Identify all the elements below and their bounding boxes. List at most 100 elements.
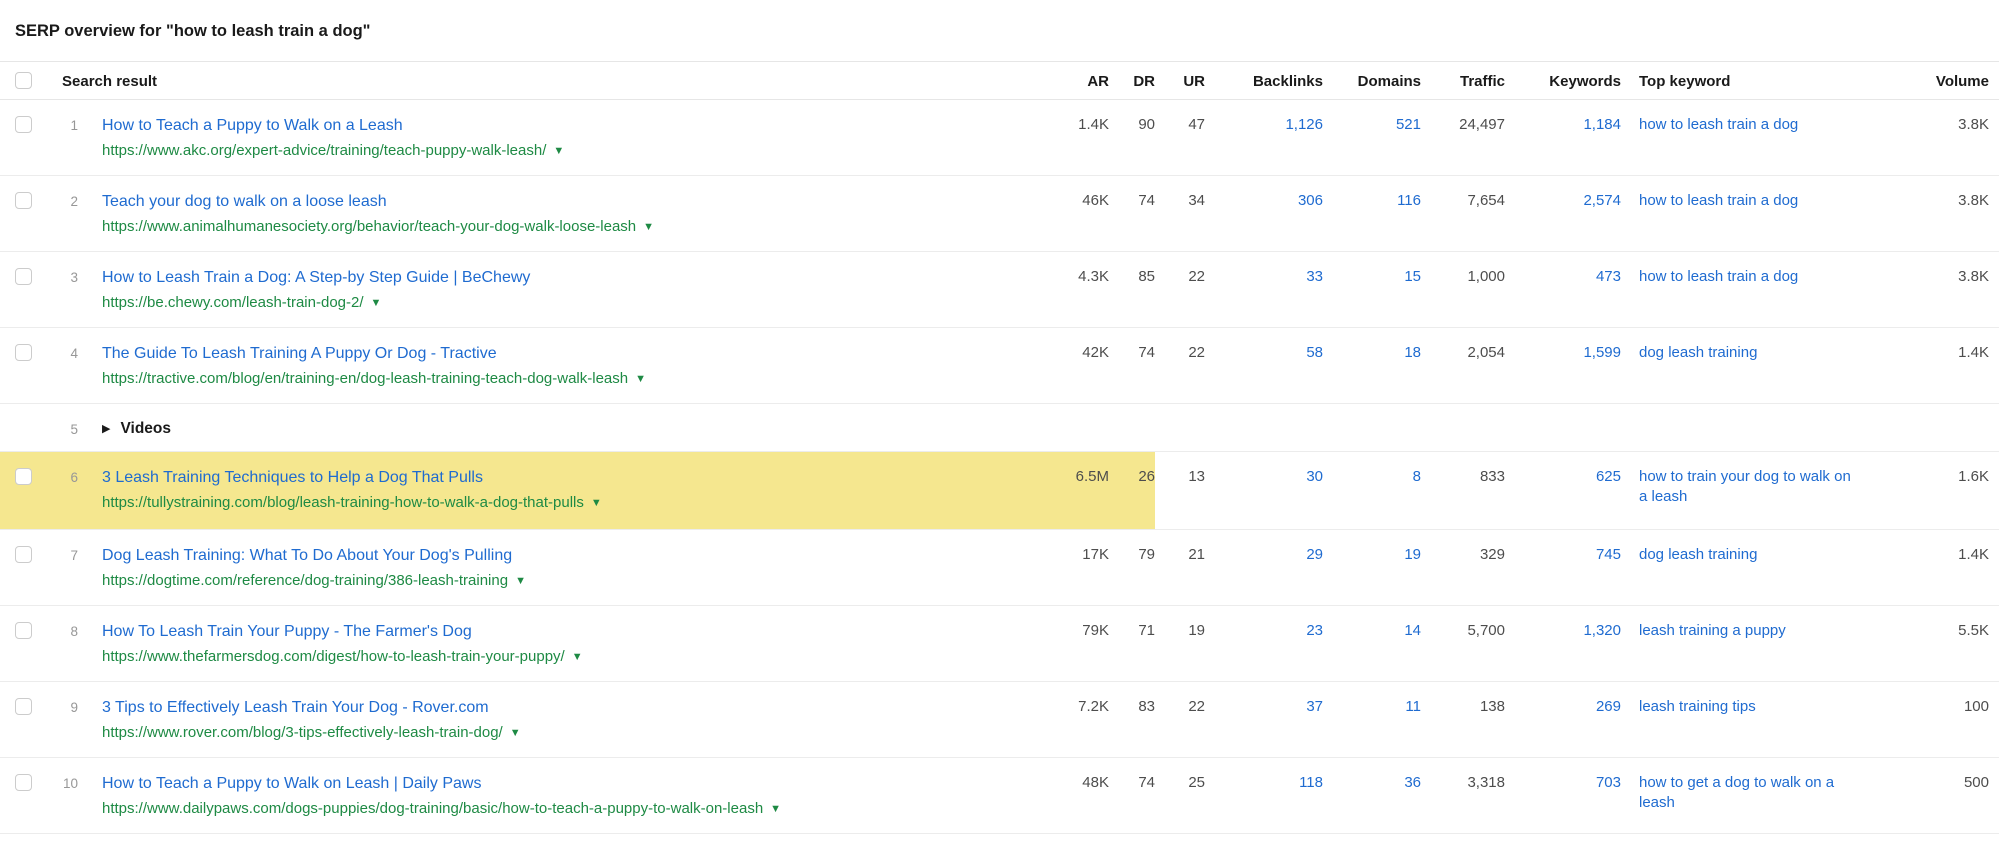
- row-checkbox[interactable]: [14, 774, 32, 791]
- row-checkbox[interactable]: [14, 116, 32, 133]
- url-dropdown-caret-icon[interactable]: ▼: [510, 727, 521, 739]
- backlinks-link[interactable]: 1,126: [1285, 116, 1323, 133]
- keywords-link[interactable]: 1,184: [1583, 116, 1621, 133]
- result-title-link[interactable]: Dog Leash Training: What To Do About You…: [102, 545, 1013, 567]
- url-dropdown-caret-icon[interactable]: ▼: [553, 145, 564, 157]
- url-dropdown-caret-icon[interactable]: ▼: [371, 297, 382, 309]
- keywords-link[interactable]: 1,320: [1583, 622, 1621, 639]
- keywords-link[interactable]: 1,599: [1583, 344, 1621, 361]
- result-url-link[interactable]: https://be.chewy.com/leash-train-dog-2/: [102, 294, 364, 311]
- rank-number: 8: [70, 624, 78, 639]
- row-checkbox[interactable]: [14, 468, 32, 485]
- top-keyword-link[interactable]: leash training a puppy: [1639, 622, 1786, 639]
- top-keyword-link[interactable]: how to leash train a dog: [1639, 192, 1798, 209]
- ur-value: 22: [1188, 268, 1205, 285]
- backlinks-link[interactable]: 23: [1306, 622, 1323, 639]
- top-keyword-link[interactable]: how to get a dog to walk on a leash: [1639, 774, 1834, 811]
- result-title-link[interactable]: How to Leash Train a Dog: A Step-by Step…: [102, 267, 1013, 289]
- top-keyword-link[interactable]: dog leash training: [1639, 546, 1757, 563]
- result-url-link[interactable]: https://dogtime.com/reference/dog-traini…: [102, 572, 508, 589]
- row-checkbox[interactable]: [14, 344, 32, 361]
- backlinks-link[interactable]: 29: [1306, 546, 1323, 563]
- table-header: Search result AR DR UR Backlinks Domains…: [0, 61, 1999, 100]
- table-row: 6 3 Leash Training Techniques to Help a …: [0, 452, 1999, 530]
- group-label[interactable]: Videos: [120, 420, 171, 437]
- top-keyword-link[interactable]: dog leash training: [1639, 344, 1757, 361]
- backlinks-link[interactable]: 118: [1299, 774, 1323, 791]
- ur-value: 22: [1188, 698, 1205, 715]
- domains-link[interactable]: 36: [1404, 774, 1421, 791]
- result-url-link[interactable]: https://www.thefarmersdog.com/digest/how…: [102, 648, 565, 665]
- url-dropdown-caret-icon[interactable]: ▼: [635, 373, 646, 385]
- select-all-checkbox[interactable]: [14, 72, 32, 89]
- volume-value: 3.8K: [1958, 116, 1989, 133]
- traffic-value: 3,318: [1467, 774, 1505, 791]
- domains-link[interactable]: 11: [1405, 698, 1421, 715]
- domains-link[interactable]: 116: [1397, 192, 1421, 209]
- column-header-dr: DR: [1133, 73, 1155, 90]
- url-dropdown-caret-icon[interactable]: ▼: [643, 221, 654, 233]
- result-url-link[interactable]: https://tractive.com/blog/en/training-en…: [102, 370, 628, 387]
- row-checkbox[interactable]: [14, 622, 32, 639]
- backlinks-link[interactable]: 58: [1306, 344, 1323, 361]
- backlinks-link[interactable]: 33: [1306, 268, 1323, 285]
- top-keyword-link[interactable]: how to train your dog to walk on a leash: [1639, 468, 1851, 505]
- keywords-link[interactable]: 703: [1596, 774, 1621, 791]
- domains-link[interactable]: 8: [1413, 468, 1421, 485]
- backlinks-link[interactable]: 37: [1306, 698, 1323, 715]
- keywords-link[interactable]: 2,574: [1583, 192, 1621, 209]
- result-title-link[interactable]: Teach your dog to walk on a loose leash: [102, 191, 1013, 213]
- result-url-link[interactable]: https://tullystraining.com/blog/leash-tr…: [102, 494, 584, 511]
- ur-value: 21: [1188, 546, 1205, 563]
- table-row: 7 Dog Leash Training: What To Do About Y…: [0, 530, 1999, 606]
- result-url-link[interactable]: https://www.rover.com/blog/3-tips-effect…: [102, 724, 503, 741]
- table-row: 9 3 Tips to Effectively Leash Train Your…: [0, 682, 1999, 758]
- traffic-value: 833: [1479, 468, 1505, 485]
- volume-value: 3.8K: [1958, 268, 1989, 285]
- result-title-link[interactable]: How to Teach a Puppy to Walk on Leash | …: [102, 773, 1013, 795]
- keywords-link[interactable]: 269: [1596, 698, 1621, 715]
- result-url-link[interactable]: https://www.animalhumanesociety.org/beha…: [102, 218, 636, 235]
- row-checkbox[interactable]: [14, 268, 32, 285]
- result-url-link[interactable]: https://www.dailypaws.com/dogs-puppies/d…: [102, 800, 763, 817]
- rank-number: 6: [46, 452, 78, 529]
- ar-value: 46K: [1082, 192, 1109, 209]
- ar-value: 1.4K: [1078, 116, 1109, 133]
- dr-value: 26: [1109, 452, 1155, 529]
- top-keyword-link[interactable]: how to leash train a dog: [1639, 268, 1798, 285]
- traffic-value: 5,700: [1467, 622, 1505, 639]
- keywords-link[interactable]: 473: [1596, 268, 1621, 285]
- result-url-link[interactable]: https://www.akc.org/expert-advice/traini…: [102, 142, 546, 159]
- result-title-link[interactable]: The Guide To Leash Training A Puppy Or D…: [102, 343, 1013, 365]
- domains-link[interactable]: 14: [1404, 622, 1421, 639]
- domains-link[interactable]: 18: [1404, 344, 1421, 361]
- column-header-keywords: Keywords: [1549, 73, 1621, 90]
- domains-link[interactable]: 19: [1404, 546, 1421, 563]
- keywords-link[interactable]: 745: [1596, 546, 1621, 563]
- dr-value: 71: [1138, 622, 1155, 639]
- url-dropdown-caret-icon[interactable]: ▼: [515, 575, 526, 587]
- url-dropdown-caret-icon[interactable]: ▼: [770, 803, 781, 815]
- backlinks-link[interactable]: 30: [1306, 468, 1323, 485]
- volume-value: 3.8K: [1958, 192, 1989, 209]
- row-checkbox[interactable]: [14, 192, 32, 209]
- result-title-link[interactable]: 3 Leash Training Techniques to Help a Do…: [102, 467, 1013, 489]
- domains-link[interactable]: 521: [1396, 116, 1421, 133]
- dr-value: 90: [1138, 116, 1155, 133]
- volume-value: 500: [1963, 774, 1989, 791]
- result-title-link[interactable]: How to Teach a Puppy to Walk on a Leash: [102, 115, 1013, 137]
- result-title-link[interactable]: How To Leash Train Your Puppy - The Farm…: [102, 621, 1013, 643]
- row-checkbox[interactable]: [14, 546, 32, 563]
- url-dropdown-caret-icon[interactable]: ▼: [572, 651, 583, 663]
- top-keyword-link[interactable]: how to leash train a dog: [1639, 116, 1798, 133]
- result-title-link[interactable]: 3 Tips to Effectively Leash Train Your D…: [102, 697, 1013, 719]
- domains-link[interactable]: 15: [1404, 268, 1421, 285]
- column-header-traffic: Traffic: [1459, 73, 1505, 90]
- backlinks-link[interactable]: 306: [1298, 192, 1323, 209]
- expand-triangle-icon[interactable]: ▶: [102, 423, 110, 435]
- row-checkbox[interactable]: [14, 698, 32, 715]
- traffic-value: 329: [1479, 546, 1505, 563]
- top-keyword-link[interactable]: leash training tips: [1639, 698, 1756, 715]
- url-dropdown-caret-icon[interactable]: ▼: [591, 497, 602, 509]
- keywords-link[interactable]: 625: [1596, 468, 1621, 485]
